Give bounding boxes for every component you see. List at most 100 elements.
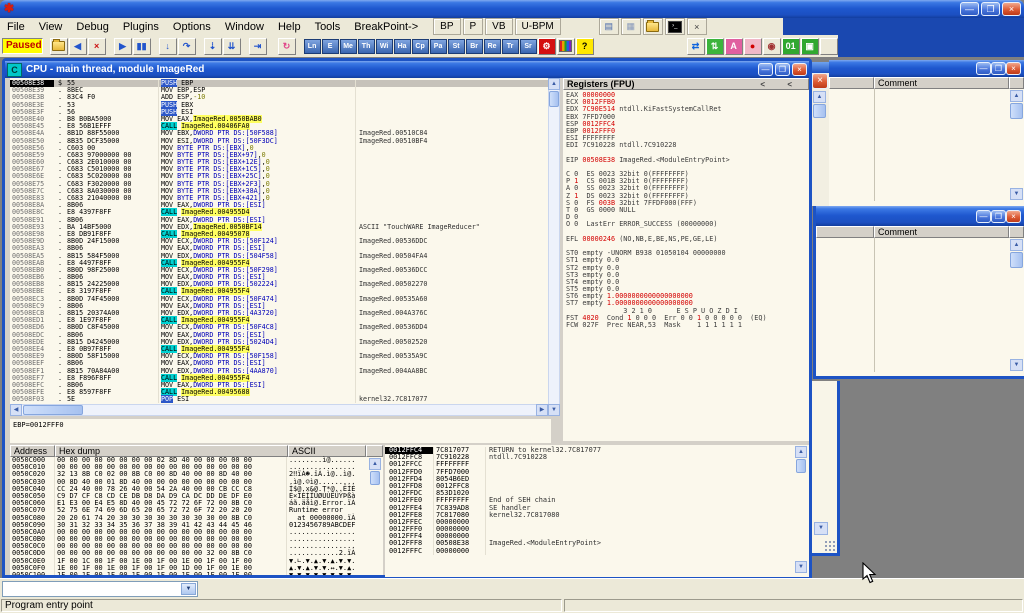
disasm-row[interactable]: 00508E8C.E8 4397F8FFCALL ImageRed.004955… (10, 209, 548, 216)
window-shortcut-button-br[interactable]: Br (466, 39, 483, 54)
comment-top-content[interactable]: ▲ ▼ (829, 89, 1024, 201)
stack-pane[interactable]: 0012FFC47C817077RETURN to kernel32.7C817… (385, 445, 809, 577)
comment-mid-close-button[interactable]: × (1006, 210, 1021, 223)
comment-top-scroll-thumb[interactable] (1010, 103, 1023, 119)
hidden-window-scroll-thumb[interactable] (813, 104, 826, 118)
registers-header[interactable]: Registers (FPU) < < (563, 78, 809, 90)
registers-collapse-buttons[interactable]: < < (760, 79, 808, 90)
window-shortcut-button-st[interactable]: St (448, 39, 465, 54)
help-icon[interactable]: ? (576, 38, 594, 55)
menu-item-tools[interactable]: Tools (308, 20, 348, 34)
close-button[interactable]: × (1002, 2, 1021, 16)
go-to-address-icon[interactable]: ↻ (278, 38, 296, 55)
menu-item-options[interactable]: Options (166, 20, 218, 34)
info-pane[interactable]: EBP=0012FFF0 (10, 419, 551, 443)
close-program-icon[interactable]: × (88, 38, 106, 55)
hidden-window-close-button[interactable]: × (812, 73, 828, 89)
comment-top-scroll-up[interactable]: ▲ (1010, 90, 1023, 102)
window-map-icon[interactable]: ▣ (801, 38, 819, 55)
comment-top-minimize-button[interactable]: — (976, 62, 991, 75)
disasm-scroll-thumb[interactable] (549, 91, 559, 107)
appearance-colors-icon[interactable] (557, 38, 575, 55)
disasm-row[interactable]: 00508F03.5EPOP ESIkernel32.7C817077 (10, 396, 548, 403)
menu-button-bp[interactable]: BP (433, 18, 460, 35)
disasm-row[interactable]: 00508EFE.E8 8597F8FFCALL ImageRed.004956… (10, 389, 548, 396)
window-shortcut-button-th[interactable]: Th (358, 39, 375, 54)
step-over-icon[interactable]: ↷ (178, 38, 196, 55)
disasm-row[interactable]: 00508E38$55PUSH EBP (10, 80, 548, 87)
comment-mid-scroll-thumb[interactable] (1010, 252, 1023, 268)
register-line[interactable]: EDI 7C910228 ntdll.7C910228 (563, 142, 809, 149)
stack-scroll-thumb[interactable] (796, 459, 806, 473)
comment-top-col2-header[interactable]: Comment (874, 77, 1009, 89)
disasm-row[interactable]: 00508E9D.8B0D 24F15000MOV ECX,DWORD PTR … (10, 238, 548, 245)
step-into-icon[interactable]: ↓ (159, 38, 177, 55)
window-shortcut-button-me[interactable]: Me (340, 39, 357, 54)
window-shortcut-button-tr[interactable]: Tr (502, 39, 519, 54)
console-icon[interactable]: ›_ (665, 18, 685, 35)
combobox-dropdown-button[interactable]: ▼ (181, 583, 196, 595)
maximize-button[interactable]: ❐ (981, 2, 1000, 16)
close-toolbar-button[interactable]: × (687, 18, 707, 35)
menu-item-view[interactable]: View (32, 20, 70, 34)
dump-row[interactable]: 0050C1001F 00 1F 00 1F 00 1F 00 1F 00 1F… (10, 572, 383, 575)
disasm-row[interactable]: 00508EB0.8B0D 98F25000MOV ECX,DWORD PTR … (10, 267, 548, 274)
register-line[interactable]: EFL 00000246 (NO,NB,E,BE,NS,PE,GE,LE) (563, 236, 809, 243)
disasm-hscroll-thumb[interactable] (23, 405, 83, 415)
command-combobox[interactable]: ▼ (2, 581, 198, 597)
window-shortcut-button-pa[interactable]: Pa (430, 39, 447, 54)
animate-into-icon[interactable]: ⇣ (204, 38, 222, 55)
resize-grip[interactable] (823, 539, 837, 553)
hidden-window-titlebar[interactable] (812, 62, 829, 73)
options-gear-icon[interactable]: ⚙ (538, 38, 556, 55)
disasm-row[interactable]: 00508E83.C683 21040000 00MOV BYTE PTR DS… (10, 195, 548, 202)
comment-window-top-titlebar[interactable]: — ❐ × (829, 60, 1024, 77)
minimize-button[interactable]: — (960, 2, 979, 16)
stack-scroll-down[interactable]: ▼ (795, 561, 807, 573)
main-title-bar[interactable]: ✱ — ❐ × (0, 0, 1024, 18)
menu-button-vb[interactable]: VB (485, 18, 512, 35)
menu-item-breakpoint[interactable]: BreakPoint-> (347, 20, 425, 34)
register-line[interactable]: EIP 00508E38 ImageRed.<ModuleEntryPoint> (563, 157, 809, 164)
register-line[interactable]: T 0 GS 0000 NULL (563, 207, 809, 214)
registers-pane[interactable]: Registers (FPU) < < EAX 00000000ECX 0012… (563, 78, 809, 441)
compare-icon[interactable]: ⇅ (706, 38, 724, 55)
menu-item-window[interactable]: Window (218, 20, 271, 34)
disasm-scroll-left[interactable]: ◀ (10, 404, 22, 416)
calculator-icon[interactable]: ▦ (621, 18, 641, 35)
run-icon[interactable]: ▶ (114, 38, 132, 55)
comment-mid-minimize-button[interactable]: — (976, 210, 991, 223)
comment-window-mid-titlebar[interactable]: — ❐ × (816, 206, 1024, 226)
menu-item-debug[interactable]: Debug (69, 20, 115, 34)
stack-scroll-up[interactable]: ▲ (795, 446, 807, 458)
menu-button-p[interactable]: P (463, 18, 484, 35)
pause-icon[interactable]: ▮▮ (133, 38, 151, 55)
dump-pane[interactable]: Address Hex dump ASCII 0050C00000 00 00 … (10, 445, 383, 575)
disasm-row[interactable]: 00508EE9.8B0D 58F15000MOV ECX,DWORD PTR … (10, 353, 548, 360)
spiral-icon[interactable]: ◉ (763, 38, 781, 55)
window-shortcut-button-cp[interactable]: Cp (412, 39, 429, 54)
window-shortcut-button-ln[interactable]: Ln (304, 39, 321, 54)
cpu-close-button[interactable]: × (792, 63, 807, 76)
stack-row[interactable]: 0012FFFC00000000 (385, 548, 809, 555)
spacer-button-1[interactable] (820, 38, 838, 55)
disasm-row[interactable]: 00508EC3.8B0D 74F45000MOV ECX,DWORD PTR … (10, 296, 548, 303)
hidden-window-scroll-up[interactable]: ▲ (813, 91, 826, 103)
window-shortcut-button-ha[interactable]: Ha (394, 39, 411, 54)
folder-icon[interactable] (643, 18, 663, 35)
breakpoint-dot-icon[interactable]: ● (744, 38, 762, 55)
disassembler-pane[interactable]: 00508E38$55PUSH EBP00508E39.8BECMOV EBP,… (10, 78, 548, 406)
comment-mid-maximize-button[interactable]: ❐ (991, 210, 1006, 223)
comment-mid-scroll-down[interactable]: ▼ (1010, 359, 1023, 371)
comment-top-maximize-button[interactable]: ❐ (991, 62, 1006, 75)
comment-mid-col2-header[interactable]: Comment (874, 226, 1009, 238)
disasm-row[interactable]: 00508E3E.53PUSH EBX (10, 102, 548, 109)
hidden-bottom-scroll-down[interactable]: ▼ (814, 522, 828, 535)
window-shortcut-button-re[interactable]: Re (484, 39, 501, 54)
disasm-row[interactable]: 00508EF7.E8 F896F8FFCALL ImageRed.004955… (10, 375, 548, 382)
notes-icon[interactable]: ▤ (599, 18, 619, 35)
cpu-window-titlebar[interactable]: C CPU - main thread, module ImageRed — ❐… (5, 61, 809, 78)
sync-arrows-icon[interactable]: ⇄ (687, 38, 705, 55)
register-line[interactable]: FCW 027F Prec NEAR,53 Mask 1 1 1 1 1 1 (563, 322, 809, 329)
register-line[interactable]: O 0 LastErr ERROR_SUCCESS (00000000) (563, 221, 809, 228)
